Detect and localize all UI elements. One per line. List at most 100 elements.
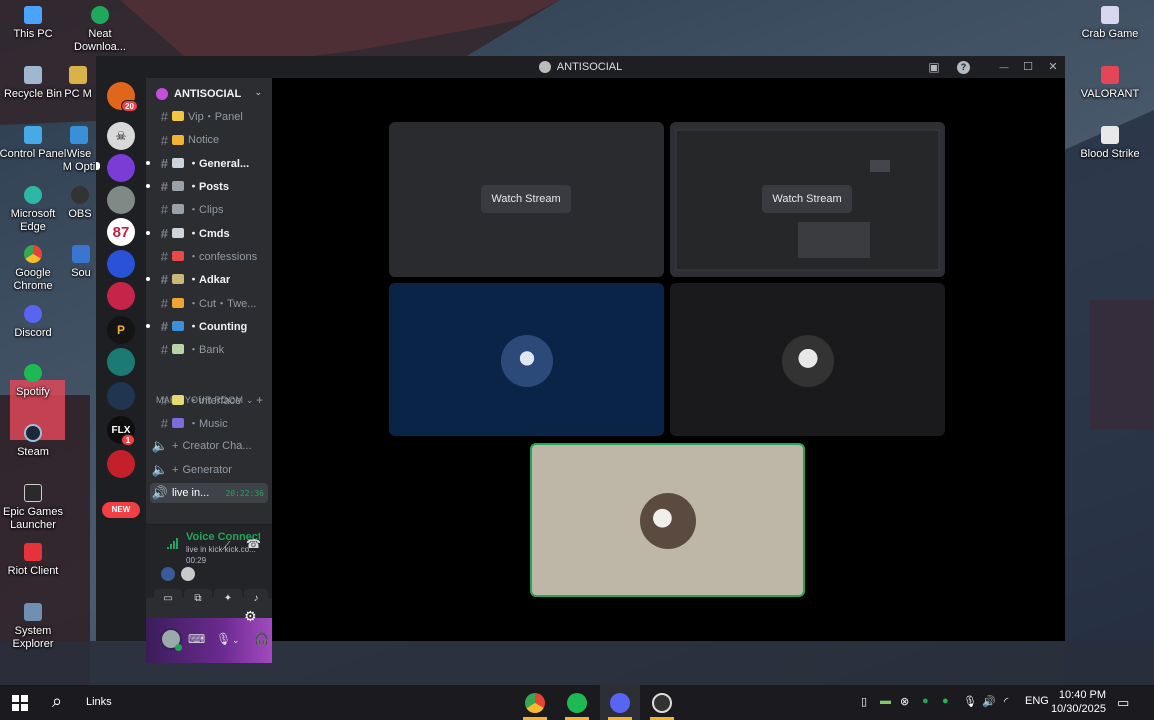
chevron-down-icon: ⌄ — [254, 87, 262, 97]
desktop-icon-spotify[interactable]: Spotify — [0, 364, 67, 399]
steam-icon — [24, 424, 42, 442]
spotify-taskbar-icon[interactable] — [567, 693, 587, 713]
participant-tile-speaking[interactable] — [530, 443, 805, 597]
microphone-tray-icon[interactable]: 🎙 — [963, 695, 977, 708]
close-button[interactable]: ✕ — [1044, 59, 1062, 75]
channel-cmds[interactable]: # ・Cmds — [146, 223, 272, 243]
minimize-button[interactable]: — — [995, 59, 1013, 75]
channel-music[interactable]: # ・Music — [146, 413, 272, 433]
channel-notice[interactable]: # Notice — [146, 130, 272, 150]
window-title: ANTISOCIAL — [556, 61, 623, 73]
notifications-icon[interactable]: ▭ — [1117, 695, 1129, 711]
maximize-button[interactable]: ☐ — [1019, 59, 1037, 75]
watch-stream-button[interactable]: Watch Stream — [481, 185, 571, 213]
channel-general[interactable]: # ・General... — [146, 153, 272, 173]
guild-icon-2[interactable]: ☠ — [107, 122, 135, 150]
channel-creator-chat[interactable]: 🔈 + Creator Cha... — [146, 436, 272, 456]
channel-bank[interactable]: # ・Bank — [146, 339, 272, 359]
channel-generator[interactable]: 🔈 + Generator — [146, 460, 272, 480]
settings-gear-icon[interactable]: ⚙ — [244, 608, 257, 625]
desktop-icon-obs[interactable]: OBS — [64, 186, 96, 221]
gamepad-icon[interactable]: ⌨ — [188, 632, 205, 646]
channel-vip-panel[interactable]: # Vip・Panel — [146, 106, 272, 126]
green-status-icon[interactable]: ● — [922, 695, 929, 707]
desktop-icon-crab-game[interactable]: Crab Game — [1076, 6, 1144, 41]
desktop-icon-pc-manager[interactable]: PC M — [60, 66, 96, 101]
desktop-icon-sound[interactable]: Sou — [66, 245, 96, 280]
camera-button[interactable]: ▭ — [154, 589, 182, 609]
discord-taskbar-icon[interactable] — [610, 693, 630, 713]
inbox-icon[interactable]: ▣ — [925, 59, 943, 75]
desktop-icon-chrome[interactable]: Google Chrome — [0, 245, 67, 293]
desktop-icon-control-panel[interactable]: Control Panel — [0, 126, 67, 161]
xbox-icon[interactable]: ⊗ — [900, 695, 909, 708]
obs-icon — [71, 186, 89, 204]
soundboard-button[interactable]: ♪ — [244, 589, 268, 609]
headphones-icon[interactable]: 🎧 — [254, 632, 269, 646]
clock[interactable]: 10:40 PM 10/30/2025 — [1051, 688, 1106, 716]
channel-confessions[interactable]: # ・confessions — [146, 246, 272, 266]
language-indicator[interactable]: ENG — [1025, 695, 1049, 707]
guild-icon-9[interactable] — [107, 348, 135, 376]
desktop-icon-recycle-bin[interactable]: Recycle Bin — [0, 66, 67, 101]
chrome-taskbar-icon[interactable] — [525, 693, 545, 713]
spotify-tray-icon[interactable]: ● — [942, 695, 949, 707]
guild-icon-5[interactable]: 87 — [107, 218, 135, 246]
stream-tile-2[interactable]: Watch Stream — [670, 122, 945, 277]
chevron-down-icon[interactable]: ⌄ — [232, 635, 240, 646]
channel-clips[interactable]: # ・Clips — [146, 199, 272, 219]
wise-memory-icon — [70, 126, 88, 144]
desktop-icon-epic-games[interactable]: Epic Games Launcher — [0, 484, 67, 532]
channel-interface[interactable]: # ・interface — [146, 390, 272, 410]
watch-stream-button[interactable]: Watch Stream — [762, 185, 852, 213]
participant-tile-2[interactable] — [670, 283, 945, 436]
search-icon[interactable]: ⌕ — [52, 691, 62, 712]
desktop-icon-steam[interactable]: Steam — [0, 424, 67, 459]
channel-sidebar: ANTISOCIAL ⌄ # Vip・Panel # Notice # ・Genera… — [146, 78, 272, 663]
phone-icon[interactable]: ▯ — [861, 695, 867, 708]
participant-avatar-1[interactable] — [161, 567, 175, 581]
stream-tile-1[interactable]: Watch Stream — [389, 122, 664, 277]
channel-adkar[interactable]: # ・Adkar — [146, 269, 272, 289]
channel-counting[interactable]: # ・Counting — [146, 316, 272, 336]
desktop-icon-this-pc[interactable]: This PC — [0, 6, 67, 41]
hash-icon: # — [160, 392, 168, 408]
microphone-icon[interactable]: 🎙 — [216, 632, 231, 646]
plus-icon: + — [172, 440, 179, 452]
desktop-icon-wise-memory[interactable]: Wise M Opti — [62, 126, 96, 174]
wifi-icon[interactable]: ◜ — [1004, 695, 1008, 708]
disconnect-icon[interactable]: ☎ — [246, 537, 261, 551]
desktop-icon-edge[interactable]: Microsoft Edge — [0, 186, 67, 234]
channel-live-voice[interactable]: 🔊 live in... 20:22:36 — [150, 483, 268, 503]
bell-icon — [172, 135, 184, 145]
screen-share-button[interactable]: ⧉ — [184, 589, 212, 609]
participant-avatar-2[interactable] — [181, 567, 195, 581]
guild-icon-1[interactable]: 20 — [107, 82, 138, 112]
guild-icon-12[interactable] — [107, 450, 135, 478]
search-label[interactable]: Links — [86, 696, 112, 708]
guild-icon-6[interactable] — [107, 250, 135, 278]
hash-icon: # — [160, 341, 168, 357]
guild-icon-10[interactable] — [107, 382, 135, 410]
channel-cut-tweet[interactable]: # ・Cut・Twe... — [146, 293, 272, 313]
channel-posts[interactable]: # ・Posts — [146, 176, 272, 196]
guild-icon-4[interactable] — [107, 186, 135, 214]
desktop-icon-valorant[interactable]: VALORANT — [1076, 66, 1144, 101]
guild-icon-7[interactable] — [107, 282, 135, 310]
guild-icon-8[interactable]: P — [107, 316, 135, 344]
desktop-icon-riot-client[interactable]: Riot Client — [0, 543, 67, 578]
participant-tile-1[interactable] — [389, 283, 664, 436]
activities-button[interactable]: ✦ — [214, 589, 242, 609]
guild-icon-3[interactable] — [107, 154, 135, 182]
battery-app-icon[interactable]: ▬ — [880, 695, 891, 707]
help-icon[interactable]: ? — [957, 61, 970, 74]
noise-suppression-icon[interactable]: ⟋ — [222, 539, 230, 554]
desktop-icon-system-explorer[interactable]: System Explorer — [0, 603, 67, 651]
desktop-icon-blood-strike[interactable]: Blood Strike — [1076, 126, 1144, 161]
recorder-taskbar-icon[interactable] — [652, 693, 672, 713]
volume-icon[interactable]: 🔊 — [982, 695, 996, 708]
desktop-icon-neat-download[interactable]: Neat Downloa... — [66, 6, 134, 54]
windows-start-icon[interactable] — [12, 695, 28, 711]
title-bar: ANTISOCIAL ▣ ? — ☐ ✕ — [96, 56, 1065, 78]
desktop-icon-discord[interactable]: Discord — [0, 305, 67, 340]
